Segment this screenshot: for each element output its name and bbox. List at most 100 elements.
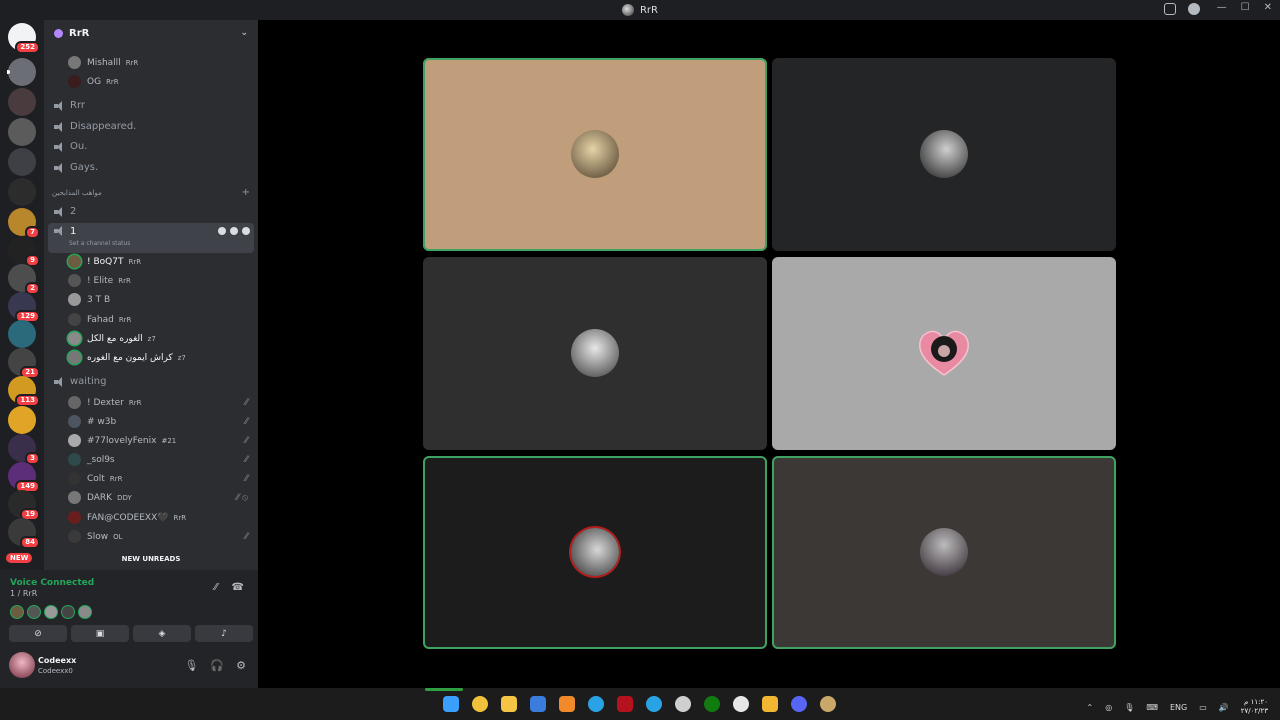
minimize-button[interactable]: — <box>1217 2 1227 13</box>
invite-icon[interactable] <box>230 227 238 235</box>
inbox-icon[interactable] <box>1164 3 1176 15</box>
voice-member[interactable]: Mishalll RrR <box>68 53 254 72</box>
discord-icon[interactable] <box>791 696 807 712</box>
disconnect-icon[interactable]: ☎ <box>232 582 244 593</box>
new-servers-badge[interactable]: NEW <box>6 553 33 563</box>
voice-member[interactable]: Colt RrR ⁄⁄ <box>68 469 254 488</box>
file-explorer-icon[interactable] <box>501 696 517 712</box>
camera-off-button[interactable]: ⊘ <box>9 625 67 642</box>
volume-icon[interactable]: 🔊 <box>1219 703 1229 712</box>
voice-member[interactable]: Fahad RrR <box>68 310 254 329</box>
store-icon[interactable] <box>530 696 546 712</box>
headphones-icon[interactable]: 🎧 <box>210 659 224 672</box>
microphone-icon[interactable]: 🎙 <box>184 659 198 672</box>
participant-tile[interactable] <box>423 58 767 251</box>
server-header[interactable]: RrR ⌄ <box>44 20 258 46</box>
voice-member[interactable]: ! Elite RrR <box>68 271 254 290</box>
voice-member[interactable]: DARK DDY ⁄⁄ ⦸ <box>68 488 254 507</box>
server-icon[interactable] <box>8 406 36 434</box>
voice-channel-selected[interactable]: 1 Set a channel status <box>48 223 254 253</box>
server-icon[interactable] <box>8 320 36 348</box>
server-icon[interactable] <box>8 88 36 116</box>
app-icon[interactable] <box>733 696 749 712</box>
voice-member[interactable]: كراش ايمون مع الغوره z7 <box>68 348 254 367</box>
voice-member[interactable]: # w3b ⁄⁄ <box>68 412 254 431</box>
maximize-button[interactable]: ☐ <box>1241 2 1250 13</box>
telegram-icon[interactable] <box>646 696 662 712</box>
server-icon[interactable]: 252 <box>8 23 40 54</box>
soundboard-button[interactable]: ♪ <box>195 625 253 642</box>
voice-member[interactable]: #77lovelyFenix #21 ⁄⁄ <box>68 431 254 450</box>
voice-member[interactable]: ! BoQ7T RrR <box>68 252 254 271</box>
noise-suppression-icon[interactable]: ⁄⁄ <box>214 582 217 593</box>
participant-tile[interactable] <box>772 58 1116 251</box>
username[interactable]: Codeexx <box>38 656 76 665</box>
server-icon[interactable]: 113 <box>8 376 40 407</box>
language-indicator[interactable]: ENG <box>1170 703 1187 712</box>
server-icon[interactable] <box>8 118 36 146</box>
channel-status[interactable]: Set a channel status <box>69 240 130 247</box>
app-icon[interactable] <box>762 696 778 712</box>
voice-channel[interactable]: Disappeared. <box>48 117 254 136</box>
avatar[interactable] <box>61 605 75 619</box>
voice-member[interactable]: الغوره مع الكل z7 <box>68 329 254 348</box>
telegram-icon[interactable] <box>588 696 604 712</box>
chrome-icon[interactable] <box>472 696 488 712</box>
help-icon[interactable] <box>1188 3 1200 15</box>
network-icon[interactable]: ◎ <box>1105 703 1112 712</box>
server-icon[interactable]: 129 <box>8 292 40 323</box>
voice-location[interactable]: 1 / RrR <box>10 589 37 598</box>
server-icon[interactable] <box>8 178 36 206</box>
clock[interactable]: ١١:٢٠ م ٢٧/٠٢/٢٣ <box>1241 698 1268 716</box>
server-icon[interactable]: 7 <box>8 208 40 239</box>
gear-icon[interactable]: ⚙ <box>236 659 246 672</box>
server-icon[interactable] <box>7 58 36 86</box>
voice-channel[interactable]: Gays. <box>48 158 254 177</box>
avatar[interactable] <box>44 605 58 619</box>
server-icon[interactable] <box>8 148 36 176</box>
xbox-icon[interactable] <box>704 696 720 712</box>
add-channel-icon[interactable]: + <box>242 187 250 198</box>
voice-member[interactable]: FAN@CODEEXX🖤 RrR <box>68 508 254 527</box>
server-icon[interactable]: 2 <box>8 264 40 295</box>
avatar[interactable] <box>78 605 92 619</box>
channel-category[interactable]: مواهب المذابحين <box>52 189 102 197</box>
voice-channel[interactable]: Rrr <box>48 96 254 115</box>
activities-button[interactable]: ◈ <box>133 625 191 642</box>
voice-member[interactable]: ! Dexter RrR ⁄⁄ <box>68 393 254 412</box>
voice-channel[interactable]: Ou. <box>48 137 254 156</box>
avatar[interactable] <box>27 605 41 619</box>
voice-status[interactable]: Voice Connected <box>10 578 94 588</box>
screen-share-button[interactable]: ▣ <box>71 625 129 642</box>
display-icon[interactable]: ▭ <box>1199 703 1207 712</box>
voice-channel[interactable]: waiting <box>48 372 254 391</box>
voice-member[interactable]: _sol9s ⁄⁄ <box>68 450 254 469</box>
start-icon[interactable] <box>443 696 459 712</box>
server-icon[interactable]: 21 <box>8 348 40 379</box>
participant-tile[interactable] <box>423 257 767 450</box>
server-icon[interactable]: 3 <box>8 434 40 465</box>
server-icon[interactable]: 149 <box>8 462 40 493</box>
voice-channel[interactable]: 2 <box>48 202 254 221</box>
gear-icon[interactable] <box>242 227 250 235</box>
app-icon[interactable] <box>617 696 633 712</box>
server-icon[interactable]: 19 <box>8 490 40 521</box>
app-icon[interactable] <box>559 696 575 712</box>
new-unreads-bar[interactable]: NEW UNREADS <box>48 552 254 566</box>
participant-tile[interactable] <box>772 456 1116 649</box>
server-icon[interactable]: 9 <box>8 236 40 267</box>
voice-member[interactable]: OG RrR <box>68 72 254 91</box>
keyboard-icon[interactable]: ⌨ <box>1146 703 1158 712</box>
microphone-icon[interactable]: 🎙 <box>1124 703 1134 712</box>
voice-member[interactable]: 3 T B <box>68 290 254 309</box>
participant-tile[interactable] <box>772 257 1116 450</box>
avatar[interactable] <box>10 605 24 619</box>
steam-icon[interactable] <box>675 696 691 712</box>
close-button[interactable]: ✕ <box>1264 2 1272 13</box>
chat-icon[interactable] <box>218 227 226 235</box>
app-icon[interactable] <box>820 696 836 712</box>
server-icon[interactable]: 84 <box>8 518 40 549</box>
avatar[interactable] <box>9 652 35 678</box>
participant-tile[interactable] <box>423 456 767 649</box>
chevron-up-icon[interactable]: ⌃ <box>1087 703 1094 712</box>
